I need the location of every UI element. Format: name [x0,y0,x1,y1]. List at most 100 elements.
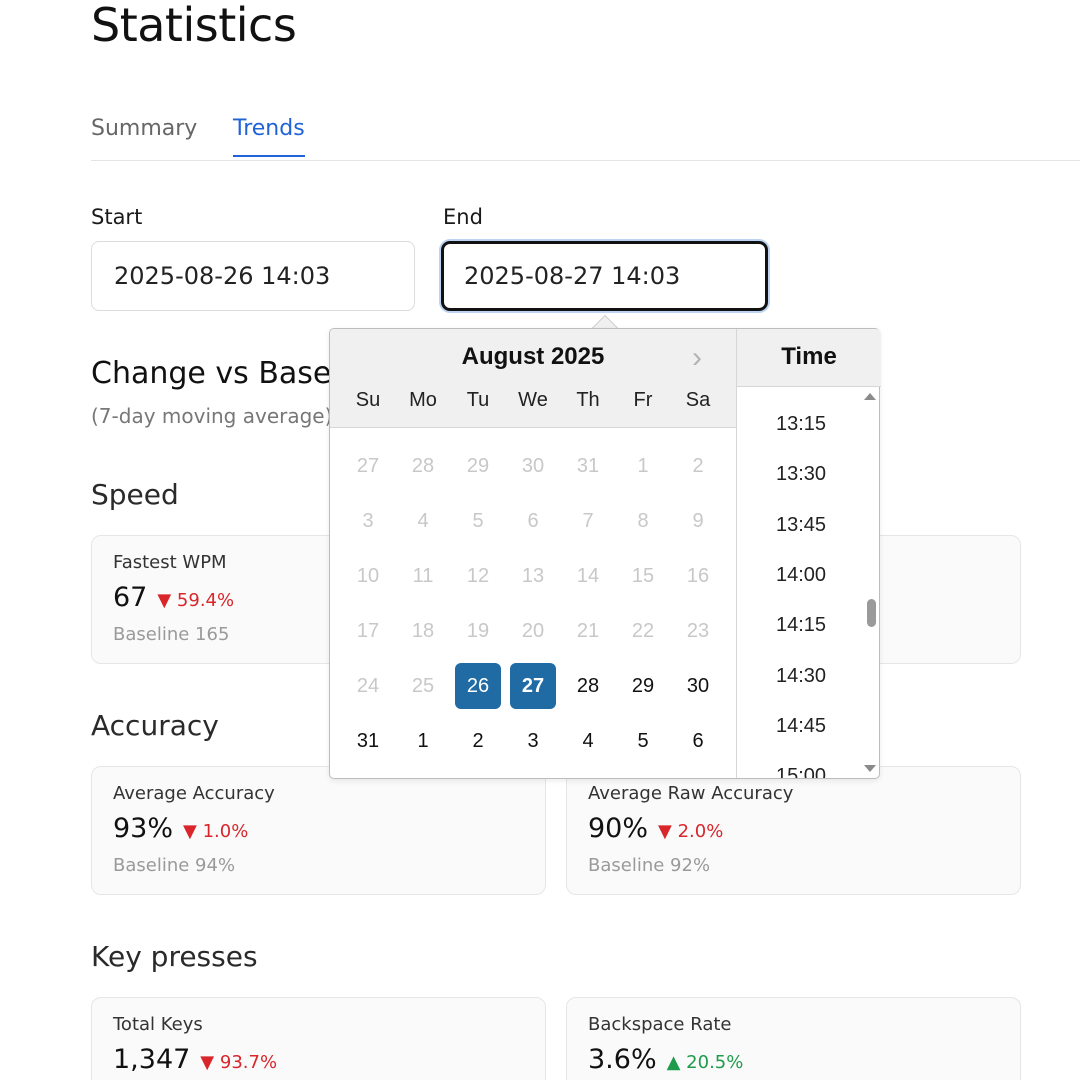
tab-trends[interactable]: Trends [233,116,305,157]
weekday-label: Fr [633,389,653,411]
delta-down: ▼ 59.4% [157,590,235,611]
delta-up: ▲ 20.5% [666,1052,744,1073]
calendar-day[interactable]: 1 [620,443,666,489]
start-label: Start [91,205,143,229]
scroll-down-icon[interactable] [864,765,876,772]
time-header: Time [737,329,881,387]
backspace-rate-card: Backspace Rate 3.6% ▲ 20.5% [566,997,1021,1080]
card-label: Fastest WPM [113,552,227,573]
calendar-day[interactable]: 27 [510,663,556,709]
card-baseline: Baseline 94% [113,855,236,876]
time-option[interactable]: 13:30 [737,463,865,486]
time-option[interactable]: 14:45 [737,715,865,738]
calendar-day[interactable]: 27 [345,443,391,489]
card-value: 3.6% ▲ 20.5% [588,1044,744,1075]
card-label: Backspace Rate [588,1014,732,1035]
speed-heading: Speed [91,478,179,511]
calendar-day[interactable]: 15 [620,553,666,599]
page-title: Statistics [91,0,297,52]
weekday-label: Mo [409,389,437,411]
card-value: 90% ▼ 2.0% [588,813,724,844]
tab-bar: Summary Trends [91,112,1080,161]
card-value: 67 ▼ 59.4% [113,582,235,613]
time-column: Time 13:15 13:30 13:45 14:00 14:15 14:30 14:45… [736,329,881,778]
calendar-day[interactable]: 13 [510,553,556,599]
calendar-day[interactable]: 2 [675,443,721,489]
datetime-picker: August 2025 › Su Mo Tu We Th Fr Sa 27 28 29 30 31 1… [329,328,881,779]
delta-down: ▼ 1.0% [183,821,249,842]
key-presses-heading: Key presses [91,940,258,973]
calendar-day[interactable]: 9 [675,498,721,544]
tab-summary[interactable]: Summary [91,116,197,155]
accuracy-heading: Accuracy [91,709,219,742]
card-label: Average Raw Accuracy [588,783,794,804]
total-keys-card: Total Keys 1,347 ▼ 93.7% [91,997,546,1080]
average-accuracy-card: Average Accuracy 93% ▼ 1.0% Baseline 94% [91,766,546,895]
calendar-day[interactable]: 17 [345,608,391,654]
calendar-day[interactable]: 24 [345,663,391,709]
calendar-day[interactable]: 31 [345,718,391,764]
weekday-label: Su [355,389,381,411]
calendar-day[interactable]: 28 [565,663,611,709]
calendar-day[interactable]: 3 [510,718,556,764]
time-option[interactable]: 13:45 [737,514,865,537]
calendar-day[interactable]: 30 [675,663,721,709]
picker-pointer [591,315,619,329]
calendar-day[interactable]: 29 [455,443,501,489]
card-label: Total Keys [113,1014,203,1035]
time-option[interactable]: 14:30 [737,665,865,688]
calendar-day[interactable]: 19 [455,608,501,654]
time-option[interactable]: 13:15 [737,413,865,436]
end-datetime-input[interactable]: 2025-08-27 14:03 [441,241,768,311]
time-list[interactable]: 13:15 13:30 13:45 14:00 14:15 14:30 14:45 15:00 [737,387,881,778]
calendar-day[interactable]: 23 [675,608,721,654]
time-option[interactable]: 14:00 [737,564,865,587]
end-label: End [443,205,483,229]
calendar-day[interactable]: 21 [565,608,611,654]
scrollbar-thumb[interactable] [867,599,876,627]
calendar-day[interactable]: 6 [675,718,721,764]
calendar-header: August 2025 › Su Mo Tu We Th Fr Sa [330,329,736,428]
calendar-day[interactable]: 26 [455,663,501,709]
calendar-day[interactable]: 6 [510,498,556,544]
calendar-day[interactable]: 4 [565,718,611,764]
card-value: 1,347 ▼ 93.7% [113,1044,278,1075]
calendar-day[interactable]: 16 [675,553,721,599]
calendar-day[interactable]: 14 [565,553,611,599]
calendar-day[interactable]: 8 [620,498,666,544]
scroll-up-icon[interactable] [864,393,876,400]
calendar-day[interactable]: 7 [565,498,611,544]
calendar-day[interactable]: 3 [345,498,391,544]
start-datetime-input[interactable]: 2025-08-26 14:03 [91,241,415,311]
calendar-day[interactable]: 20 [510,608,556,654]
chevron-right-icon[interactable]: › [692,341,702,375]
average-raw-accuracy-card: Average Raw Accuracy 90% ▼ 2.0% Baseline … [566,766,1021,895]
calendar-day[interactable]: 31 [565,443,611,489]
calendar-day[interactable]: 12 [455,553,501,599]
card-value: 93% ▼ 1.0% [113,813,249,844]
calendar-day[interactable]: 5 [455,498,501,544]
change-subheading: (7-day moving average) [91,404,333,428]
weekday-label: Th [576,389,600,411]
calendar-day[interactable]: 1 [400,718,446,764]
calendar-day[interactable]: 10 [345,553,391,599]
calendar-day[interactable]: 5 [620,718,666,764]
time-option[interactable]: 15:00 [737,765,865,778]
card-baseline: Baseline 92% [588,855,711,876]
calendar-day[interactable]: 30 [510,443,556,489]
time-option[interactable]: 14:15 [737,614,865,637]
calendar-day[interactable]: 18 [400,608,446,654]
calendar-day[interactable]: 28 [400,443,446,489]
card-label: Average Accuracy [113,783,275,804]
calendar-month: August 2025 [461,343,605,370]
calendar-day[interactable]: 22 [620,608,666,654]
weekday-label: Tu [466,389,490,411]
calendar-day[interactable]: 29 [620,663,666,709]
calendar-day[interactable]: 4 [400,498,446,544]
calendar-day[interactable]: 2 [455,718,501,764]
delta-down: ▼ 2.0% [658,821,724,842]
delta-down: ▼ 93.7% [200,1052,278,1073]
calendar-day[interactable]: 25 [400,663,446,709]
weekday-label: Sa [685,389,711,411]
calendar-day[interactable]: 11 [400,553,446,599]
